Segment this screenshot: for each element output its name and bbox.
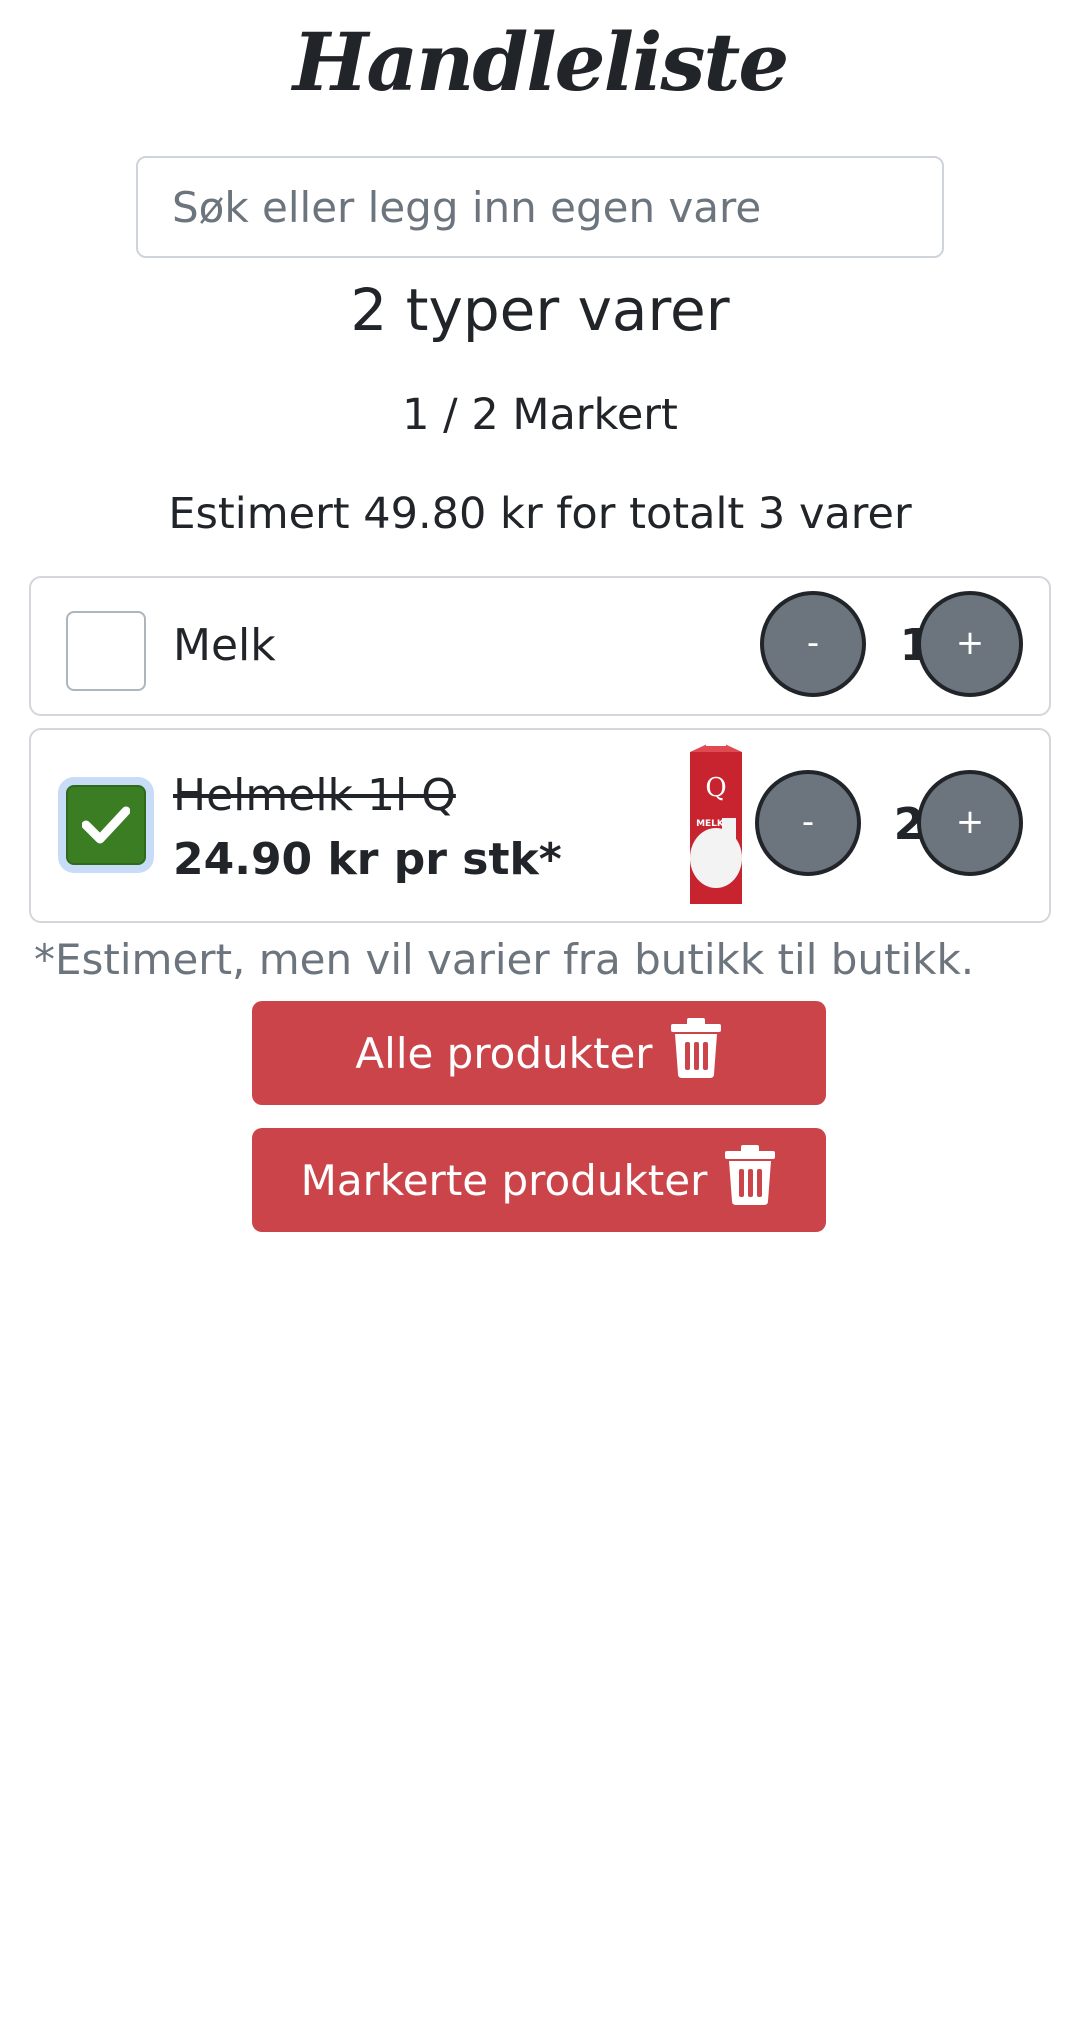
item-name: Helmelk 1l Q bbox=[173, 770, 456, 821]
item-name: Melk bbox=[173, 620, 276, 671]
list-item: Melk - 1 + bbox=[29, 576, 1051, 716]
increase-quantity-button[interactable]: + bbox=[917, 591, 1023, 697]
decrease-quantity-button[interactable]: - bbox=[755, 770, 861, 876]
delete-all-label: Alle produkter bbox=[355, 1028, 653, 1078]
estimated-total: Estimert 49.80 kr for totalt 3 varer bbox=[168, 489, 912, 539]
shopping-list-app: Handleliste 2 typer varer 1 / 2 Markert … bbox=[0, 0, 1080, 2025]
product-image: Q MELK bbox=[690, 738, 742, 904]
item-checkbox[interactable] bbox=[66, 785, 146, 865]
item-checkbox[interactable] bbox=[66, 611, 146, 691]
checkmark-icon bbox=[82, 806, 130, 844]
product-image-label: MELK bbox=[696, 819, 725, 829]
trash-icon bbox=[723, 1145, 777, 1215]
delete-marked-label: Markerte produkter bbox=[300, 1155, 708, 1205]
product-image-logo: Q bbox=[705, 773, 726, 803]
increase-quantity-button[interactable]: + bbox=[917, 770, 1023, 876]
page-title: Handleliste bbox=[292, 15, 789, 109]
list-item: Helmelk 1l Q 24.90 kr pr stk* Q MELK - 2… bbox=[29, 728, 1051, 923]
delete-all-button[interactable]: Alle produkter bbox=[252, 1001, 826, 1105]
search-input[interactable] bbox=[136, 156, 944, 258]
delete-marked-button[interactable]: Markerte produkter bbox=[252, 1128, 826, 1232]
trash-icon bbox=[669, 1018, 723, 1088]
item-price: 24.90 kr pr stk* bbox=[173, 834, 562, 885]
item-types-count: 2 typer varer bbox=[350, 276, 730, 344]
marked-count: 1 / 2 Markert bbox=[402, 390, 678, 440]
decrease-quantity-button[interactable]: - bbox=[760, 591, 866, 697]
estimate-note: *Estimert, men vil varier fra butikk til… bbox=[34, 935, 975, 984]
